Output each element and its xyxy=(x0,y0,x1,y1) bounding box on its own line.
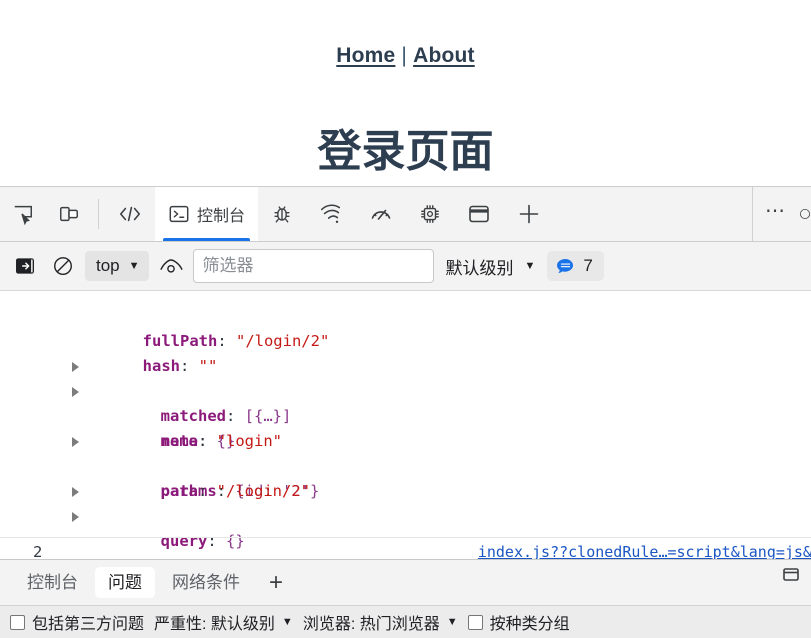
devtools-tool-group xyxy=(0,187,92,241)
add-panel-button[interactable] xyxy=(504,187,554,241)
browser-selector[interactable]: 浏览器: 热门浏览器 ▼ xyxy=(303,610,458,634)
inspect-cursor-icon[interactable] xyxy=(0,187,46,241)
expand-arrow-icon[interactable] xyxy=(68,504,82,529)
nav-separator: | xyxy=(401,44,408,67)
bug-icon xyxy=(271,203,293,225)
console-property-row[interactable]: fullPath: "/login/2" xyxy=(0,304,811,350)
include-third-party-checkbox[interactable]: 包括第三方问题 xyxy=(10,610,144,634)
chevron-down-icon: ▼ xyxy=(128,259,140,272)
drawer-tab-console[interactable]: 控制台 xyxy=(14,567,91,598)
severity-label: 严重性: 默认级别 xyxy=(154,616,275,633)
device-toggle-icon[interactable] xyxy=(46,187,92,241)
group-by-kind-label: 按种类分组 xyxy=(489,616,570,633)
chevron-down-icon: ▼ xyxy=(281,615,293,628)
console-log-source-link[interactable]: index.js??clonedRule…=script&lang=js&: xyxy=(478,540,811,559)
clear-console-icon[interactable] xyxy=(47,250,79,282)
console-property-row[interactable]: matched: [{…}] xyxy=(0,354,811,425)
site-nav: Home | About xyxy=(0,44,811,68)
devtools-tabbar: 控制台 ⋯ xyxy=(0,187,811,242)
console-context-value: top xyxy=(96,256,120,275)
chevron-down-icon: ▼ xyxy=(446,615,458,628)
nav-link-about[interactable]: About xyxy=(413,44,475,67)
drawer-tabbar: 控制台 问题 网络条件 + xyxy=(0,560,811,605)
tab-elements[interactable] xyxy=(105,187,155,241)
tab-console-label: 控制台 xyxy=(197,208,246,225)
screenshot-root: Home | About 登录页面 控制台 ⋯ top ▼ 筛选器 默认级别 ▼… xyxy=(0,0,811,638)
browser-label: 浏览器: 热门浏览器 xyxy=(302,616,440,633)
speech-bubble-icon xyxy=(556,258,575,275)
console-property-row[interactable]: query: {} xyxy=(0,479,811,550)
console-context-selector[interactable]: top ▼ xyxy=(85,251,149,281)
tab-application[interactable] xyxy=(454,187,504,241)
console-message-count: 7 xyxy=(583,256,593,275)
console-property-row[interactable]: meta: {} xyxy=(0,379,811,450)
devtools-more-options-icon[interactable]: ⋯ xyxy=(753,201,795,227)
console-property-row[interactable]: path: "/login/2" xyxy=(0,454,811,500)
drawer-close-icon[interactable] xyxy=(781,563,803,585)
issues-filter-bar: 包括第三方问题 严重性: 默认级别 ▼ 浏览器: 热门浏览器 ▼ 按种类分组 xyxy=(0,605,811,638)
console-log-message: 2 xyxy=(33,543,43,559)
console-property-row[interactable]: name: "login" xyxy=(0,404,811,450)
window-icon xyxy=(467,203,491,225)
console-level-value: 默认级别 xyxy=(445,258,514,278)
console-level-selector[interactable]: 默认级别 ▼ xyxy=(440,250,542,283)
tab-memory[interactable] xyxy=(406,187,454,241)
tab-console[interactable]: 控制台 xyxy=(155,187,259,241)
tab-network[interactable] xyxy=(306,187,356,241)
web-page-viewport: Home | About 登录页面 xyxy=(0,0,811,186)
tab-sources[interactable] xyxy=(258,187,306,241)
chip-icon xyxy=(419,203,441,225)
console-clipped-line[interactable]: {name: 'login', meta: {…}, path: '/login… xyxy=(0,291,811,304)
page-title: 登录页面 xyxy=(317,126,494,177)
console-output[interactable]: {name: 'login', meta: {…}, path: '/login… xyxy=(0,291,811,559)
nav-link-home[interactable]: Home xyxy=(336,44,395,67)
group-by-kind-checkbox[interactable]: 按种类分组 xyxy=(467,610,570,634)
live-expression-icon[interactable] xyxy=(155,250,187,282)
drawer-tab-issues[interactable]: 问题 xyxy=(95,567,155,598)
console-message-count-badge[interactable]: 7 xyxy=(547,251,604,281)
include-third-party-label: 包括第三方问题 xyxy=(32,616,145,633)
expand-arrow-icon[interactable] xyxy=(68,354,82,379)
code-brackets-icon xyxy=(118,204,142,224)
gauge-icon xyxy=(369,203,393,225)
console-property-row[interactable]: hash: "" xyxy=(0,329,811,375)
console-log-entry[interactable]: 2 index.js??clonedRule…=script&lang=js&: xyxy=(0,537,811,559)
expand-arrow-icon[interactable] xyxy=(68,429,82,454)
console-toolbar: top ▼ 默认级别 ▼ xyxy=(0,242,811,291)
console-sidebar-icon[interactable] xyxy=(9,250,41,282)
console-terminal-icon xyxy=(168,203,190,225)
chevron-down-icon: ▼ xyxy=(524,259,536,272)
drawer-tab-network-conditions[interactable]: 网络条件 xyxy=(159,567,253,598)
toolbar-divider xyxy=(98,199,99,229)
expand-arrow-icon[interactable] xyxy=(68,379,82,404)
tab-performance[interactable] xyxy=(356,187,406,241)
devtools-settings-icon[interactable] xyxy=(795,187,811,241)
drawer-add-tab-button[interactable]: + xyxy=(257,570,295,595)
wifi-icon xyxy=(319,203,343,225)
devtools-panel: 控制台 ⋯ top ▼ 筛选器 默认级别 ▼ 7 fullPath: "/log… xyxy=(0,186,811,638)
severity-selector[interactable]: 严重性: 默认级别 ▼ xyxy=(154,610,293,634)
plus-icon xyxy=(517,202,541,226)
console-property-row-params[interactable]: params: {id: '2'} xyxy=(0,429,811,500)
checkbox-box[interactable] xyxy=(467,614,483,630)
expand-arrow-icon[interactable] xyxy=(68,479,82,504)
devtools-drawer: 控制台 问题 网络条件 + 包括第三方问题 严重性: 默认级别 ▼ 浏览器: 热… xyxy=(0,559,811,638)
console-prototype-row[interactable]: [[Prototype]]: Object xyxy=(0,504,811,559)
console-filter-input[interactable] xyxy=(192,249,434,283)
checkbox-box[interactable] xyxy=(10,614,25,630)
devtools-tabbar-right: ⋯ xyxy=(752,187,811,241)
